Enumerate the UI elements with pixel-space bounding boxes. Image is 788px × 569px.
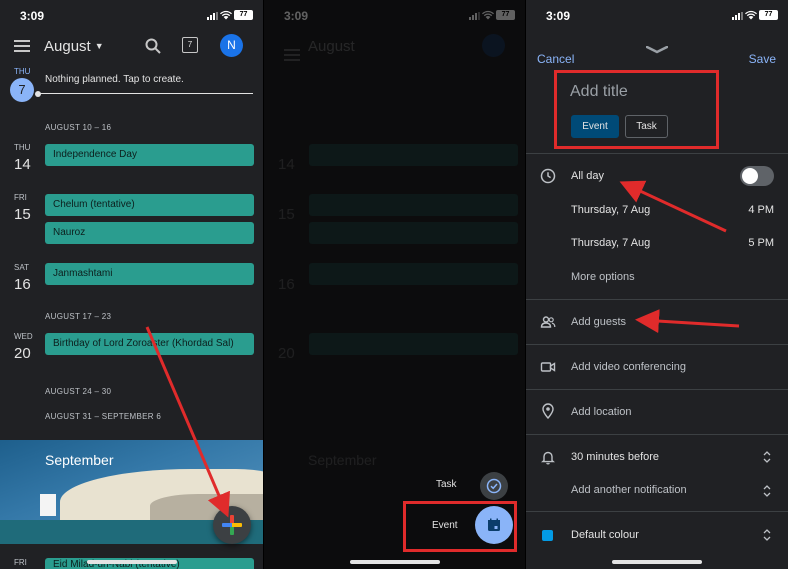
event-calendar-icon <box>488 518 500 531</box>
task-option-label[interactable]: Task <box>436 479 457 490</box>
notification-time[interactable]: 30 minutes before <box>571 451 659 463</box>
battery-icon: 77 <box>234 10 253 20</box>
more-options-link[interactable]: More options <box>571 271 635 283</box>
chevron-down-icon[interactable] <box>646 46 668 54</box>
task-check-icon <box>486 478 502 494</box>
avatar[interactable]: N <box>220 34 243 57</box>
event-chip-chelum[interactable]: Chelum (tentative) <box>45 194 254 216</box>
status-time: 3:09 <box>546 9 571 23</box>
day-number: 14 <box>14 156 31 173</box>
title-input[interactable]: Add title <box>570 83 628 101</box>
battery-icon: 77 <box>759 10 778 20</box>
signal-icon <box>207 12 219 20</box>
task-type-toggle[interactable]: Task <box>625 115 668 138</box>
bell-icon <box>541 451 555 465</box>
status-bar: 3:09 77 <box>526 0 788 32</box>
up-down-chevron-icon[interactable] <box>762 484 772 498</box>
save-button[interactable]: Save <box>749 52 776 66</box>
colour-picker[interactable]: Default colour <box>571 529 639 541</box>
add-notification-link[interactable]: Add another notification <box>571 484 687 496</box>
home-indicator <box>612 560 702 564</box>
week-range-label: AUGUST 17 – 23 <box>45 312 112 321</box>
cancel-button[interactable]: Cancel <box>537 52 574 66</box>
day-number: 20 <box>14 345 31 362</box>
start-time[interactable]: 4 PM <box>748 204 774 216</box>
event-chip-zoroaster[interactable]: Birthday of Lord Zoroaster (Khordad Sal) <box>45 333 254 355</box>
banner-month-title: September <box>45 452 114 468</box>
today-day[interactable]: 7 <box>10 78 34 102</box>
week-range-label: AUGUST 10 – 16 <box>45 123 112 132</box>
event-option-button[interactable] <box>475 506 513 544</box>
nothing-planned-text[interactable]: Nothing planned. Tap to create. <box>45 74 184 85</box>
up-down-chevron-icon[interactable] <box>762 450 772 464</box>
event-chip-independence-day[interactable]: Independence Day <box>45 144 254 166</box>
status-bar: 3:09 77 <box>0 0 263 32</box>
new-event-screen: 3:09 77 Cancel Save Add title Event Task… <box>526 0 788 569</box>
task-option-button[interactable] <box>480 472 508 500</box>
event-chip-nauroz[interactable]: Nauroz <box>45 222 254 244</box>
all-day-label: All day <box>571 170 605 182</box>
calendar-schedule-screen: 3:09 77 August ▼ 7 N THU 7 Nothing planne… <box>0 0 263 569</box>
week-range-label: AUGUST 31 – SEPTEMBER 6 <box>45 412 162 421</box>
caret-down-icon: ▼ <box>94 41 104 51</box>
end-time[interactable]: 5 PM <box>748 237 774 249</box>
menu-icon[interactable] <box>14 40 30 52</box>
day-dow: WED <box>14 332 33 341</box>
event-option-label[interactable]: Event <box>432 520 458 531</box>
add-video-conferencing[interactable]: Add video conferencing <box>571 361 686 373</box>
create-menu-screen: 3:09 77 August 14 15 16 20 September Tas… <box>264 0 525 569</box>
current-time-indicator <box>35 90 253 97</box>
wifi-icon <box>745 10 757 20</box>
colour-swatch <box>542 530 553 541</box>
end-date[interactable]: Thursday, 7 Aug <box>571 237 650 249</box>
start-date[interactable]: Thursday, 7 Aug <box>571 204 650 216</box>
create-fab[interactable] <box>213 506 251 544</box>
week-range-label: AUGUST 24 – 30 <box>45 387 112 396</box>
month-picker[interactable]: August ▼ <box>44 38 104 55</box>
home-indicator <box>349 560 440 564</box>
all-day-switch[interactable] <box>740 166 774 186</box>
event-chip-janmashtami[interactable]: Janmashtami <box>45 263 254 285</box>
event-type-toggle[interactable]: Event <box>571 115 619 138</box>
up-down-chevron-icon[interactable] <box>762 528 772 542</box>
wifi-icon <box>220 10 232 20</box>
signal-icon <box>732 12 744 20</box>
add-guests-field[interactable]: Add guests <box>571 316 626 328</box>
clock-icon <box>540 168 556 184</box>
add-location-field[interactable]: Add location <box>571 406 632 418</box>
location-pin-icon <box>542 403 554 419</box>
today-dow: THU <box>14 67 31 76</box>
people-icon <box>540 316 556 328</box>
day-number: 15 <box>14 206 31 223</box>
app-bar: August ▼ 7 N <box>0 32 263 62</box>
day-dow: FRI <box>14 193 27 202</box>
search-icon[interactable] <box>144 37 162 55</box>
status-time: 3:09 <box>20 9 45 23</box>
home-indicator <box>86 560 177 564</box>
month-label: August <box>44 38 91 55</box>
day-dow: THU <box>14 143 31 152</box>
day-number: 16 <box>14 276 31 293</box>
day-dow: SAT <box>14 263 29 272</box>
video-camera-icon <box>540 362 556 372</box>
today-calendar-icon[interactable]: 7 <box>182 37 198 53</box>
day-dow: FRI <box>14 558 27 567</box>
